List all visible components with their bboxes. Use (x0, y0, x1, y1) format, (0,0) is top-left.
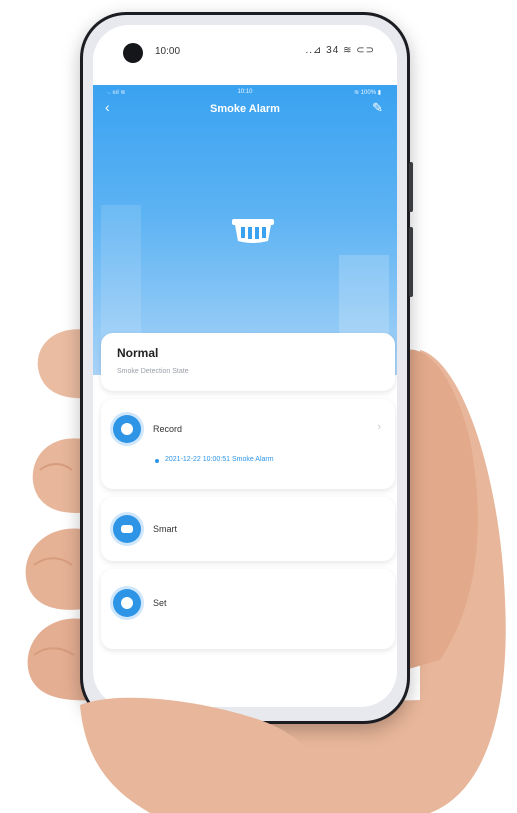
page-title: Smoke Alarm (210, 103, 280, 115)
record-entry: 2021-12-22 10:00:51 Smoke Alarm (165, 456, 274, 463)
record-card[interactable]: Record › 2021-12-22 10:00:51 Smoke Alarm (101, 399, 395, 489)
app-status-bar: ·. ıııl ≋ 10:10 ≋ 100% ▮ (93, 85, 397, 99)
status-card: Normal Smoke Detection State (101, 333, 395, 391)
chevron-right-icon: › (377, 421, 381, 433)
device-time: 10:00 (155, 46, 181, 57)
smart-icon (113, 515, 141, 543)
phone-screen: 10:00 ..⊿ 34 ≋ ⊂⊃ ·. ıııl ≋ 10:10 ≋ 100%… (93, 25, 397, 707)
app-status-time: 10:10 (237, 89, 253, 95)
settings-gear-icon (113, 589, 141, 617)
smart-card[interactable]: Smart (101, 497, 395, 561)
record-icon (113, 415, 141, 443)
app-status-right: ≋ 100% ▮ (353, 90, 381, 96)
device-status-icons: ..⊿ 34 ≋ ⊂⊃ (305, 45, 375, 56)
app-header: ·. ıııl ≋ 10:10 ≋ 100% ▮ ‹ Smoke Alarm ✎ (93, 85, 397, 375)
front-camera (123, 43, 143, 63)
smart-label: Smart (153, 524, 178, 534)
power-button (409, 162, 413, 212)
phone-frame: 10:00 ..⊿ 34 ≋ ⊂⊃ ·. ıııl ≋ 10:10 ≋ 100%… (83, 15, 407, 721)
set-label: Set (153, 598, 167, 608)
status-subtitle: Smoke Detection State (117, 368, 189, 375)
edit-pencil-icon[interactable]: ✎ (372, 100, 383, 116)
device-status-bar: 10:00 ..⊿ 34 ≋ ⊂⊃ (93, 25, 397, 85)
volume-button (409, 227, 413, 297)
log-bullet (155, 459, 159, 463)
smoke-detector-icon (232, 219, 274, 243)
set-card[interactable]: Set (101, 569, 395, 649)
status-title: Normal (117, 346, 159, 360)
record-label: Record (153, 424, 183, 434)
phone-device: 10:00 ..⊿ 34 ≋ ⊂⊃ ·. ıııl ≋ 10:10 ≋ 100%… (80, 12, 413, 724)
